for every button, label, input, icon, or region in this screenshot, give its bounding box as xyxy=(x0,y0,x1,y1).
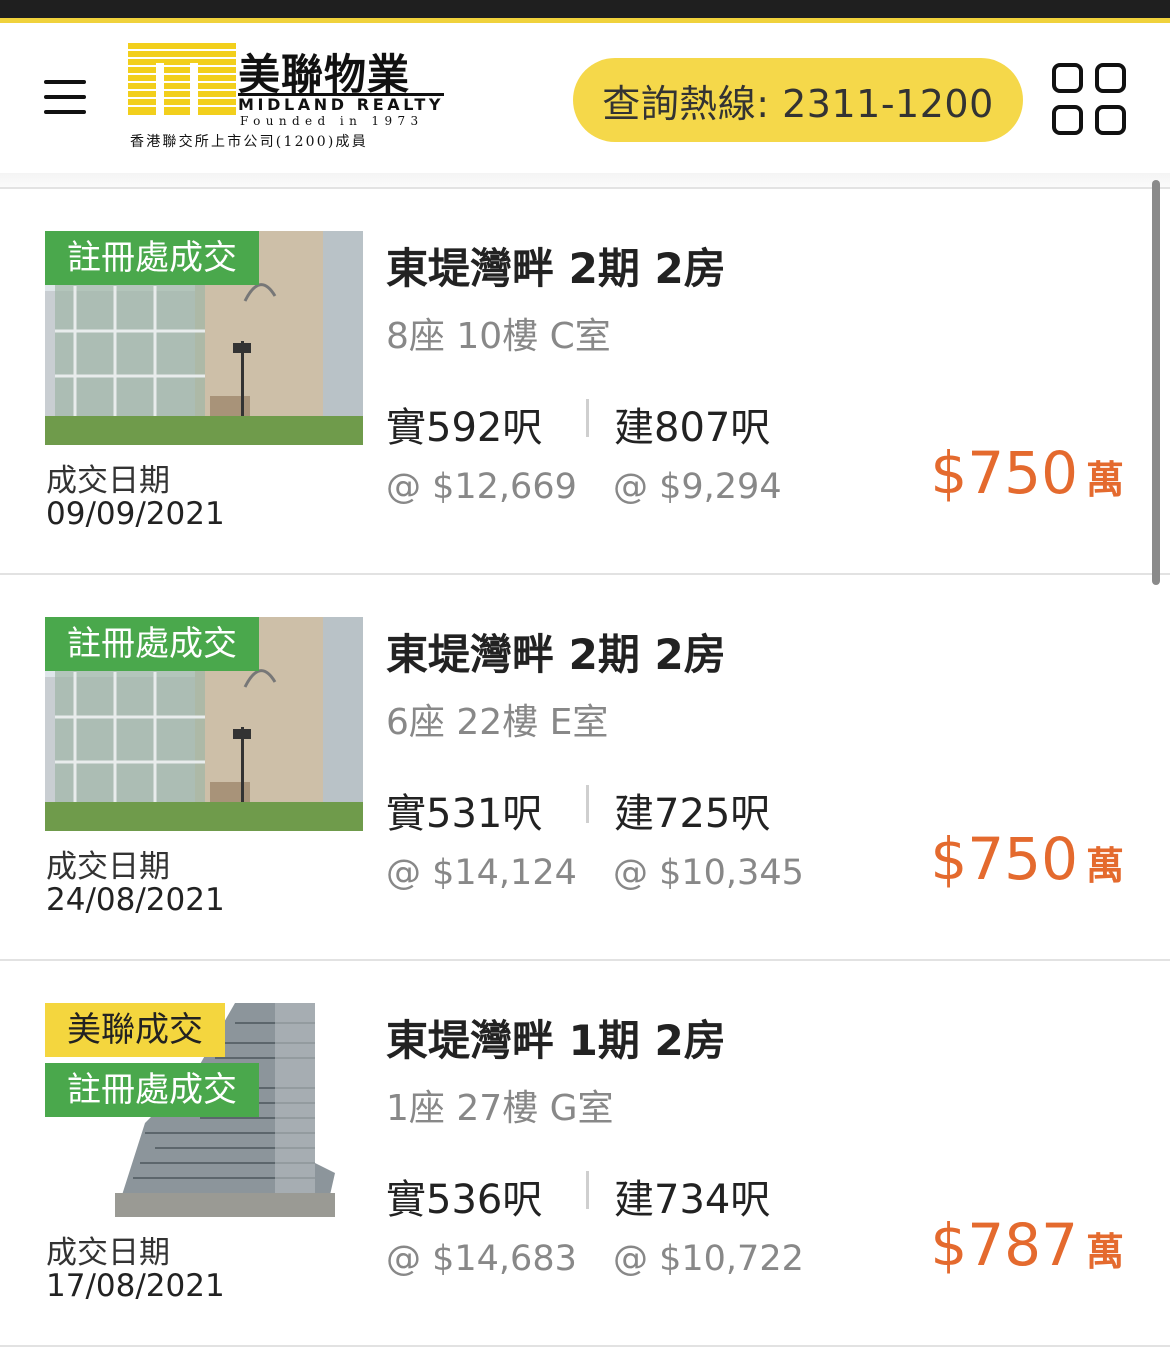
gross-price-per-sqft: @ $9,294 xyxy=(613,467,782,507)
transaction-card[interactable]: 註冊處成交 成交日期 09/09/2021 東堤灣畔 2期 2房 8座 10樓 … xyxy=(0,189,1170,575)
transaction-price: $787 萬 xyxy=(930,1211,1124,1279)
midland-logo[interactable]: 美聯物業 MIDLAND REALTY Founded in 1973 香港聯交… xyxy=(128,43,448,155)
transaction-card[interactable]: 註冊處成交 成交日期 24/08/2021 東堤灣畔 2期 2房 6座 22樓 … xyxy=(0,575,1170,961)
transaction-list: 註冊處成交 成交日期 09/09/2021 東堤灣畔 2期 2房 8座 10樓 … xyxy=(0,189,1170,1347)
badge-land-registry: 註冊處成交 xyxy=(45,617,259,671)
net-price-per-sqft: @ $12,669 xyxy=(386,467,577,507)
status-bar xyxy=(0,0,1170,18)
date-label: 成交日期 xyxy=(46,463,170,499)
gross-area: 建807呎 xyxy=(614,405,771,451)
date-label: 成交日期 xyxy=(46,849,170,885)
estate-title: 東堤灣畔 1期 2房 xyxy=(386,1016,726,1065)
midland-logo-mark-icon xyxy=(128,43,236,115)
net-area: 實536呎 xyxy=(386,1177,543,1223)
transaction-date: 17/08/2021 xyxy=(46,1268,225,1304)
price-amount: $787 xyxy=(930,1211,1078,1279)
net-area: 實531呎 xyxy=(386,791,543,837)
grid-apps-icon[interactable] xyxy=(1052,63,1126,135)
estate-title: 東堤灣畔 2期 2房 xyxy=(386,244,726,293)
badge-land-registry: 註冊處成交 xyxy=(45,1063,259,1117)
transaction-date: 09/09/2021 xyxy=(46,496,225,532)
price-amount: $750 xyxy=(930,825,1078,893)
unit-address: 6座 22樓 E室 xyxy=(386,702,609,743)
logo-subtitle: 香港聯交所上市公司(1200)成員 xyxy=(130,134,368,150)
building-photo: 註冊處成交 xyxy=(45,231,363,445)
area-separator xyxy=(586,785,589,823)
header-divider xyxy=(0,173,1170,189)
building-photo: 註冊處成交 xyxy=(45,617,363,831)
gross-price-per-sqft: @ $10,345 xyxy=(613,853,804,893)
app-header: 美聯物業 MIDLAND REALTY Founded in 1973 香港聯交… xyxy=(0,23,1170,173)
transaction-card[interactable]: 美聯成交 註冊處成交 成交日期 17/08/2021 東堤灣畔 1期 2房 1座… xyxy=(0,961,1170,1347)
badge-midland-transaction: 美聯成交 xyxy=(45,1003,225,1057)
gross-area: 建734呎 xyxy=(614,1177,771,1223)
unit-address: 8座 10樓 C室 xyxy=(386,316,611,357)
net-price-per-sqft: @ $14,683 xyxy=(386,1239,577,1279)
logo-founded-text: Founded in 1973 xyxy=(240,114,424,128)
hamburger-menu-icon[interactable] xyxy=(44,80,86,114)
price-amount: $750 xyxy=(930,439,1078,507)
gross-area: 建725呎 xyxy=(614,791,771,837)
badge-land-registry: 註冊處成交 xyxy=(45,231,259,285)
logo-english-name: MIDLAND REALTY xyxy=(238,95,445,114)
gross-price-per-sqft: @ $10,722 xyxy=(613,1239,804,1279)
scrollbar[interactable] xyxy=(1152,180,1160,585)
net-area: 實592呎 xyxy=(386,405,543,451)
area-separator xyxy=(586,399,589,437)
price-unit: 萬 xyxy=(1085,844,1124,888)
price-unit: 萬 xyxy=(1085,458,1124,502)
area-separator xyxy=(586,1171,589,1209)
transaction-price: $750 萬 xyxy=(930,825,1124,893)
hotline-button[interactable]: 查詢熱線: 2311-1200 xyxy=(573,58,1023,142)
price-unit: 萬 xyxy=(1085,1230,1124,1274)
date-label: 成交日期 xyxy=(46,1235,170,1271)
transaction-price: $750 萬 xyxy=(930,439,1124,507)
building-photo: 美聯成交 註冊處成交 xyxy=(45,1003,363,1217)
transaction-date: 24/08/2021 xyxy=(46,882,225,918)
net-price-per-sqft: @ $14,124 xyxy=(386,853,577,893)
estate-title: 東堤灣畔 2期 2房 xyxy=(386,630,726,679)
unit-address: 1座 27樓 G室 xyxy=(386,1088,614,1129)
